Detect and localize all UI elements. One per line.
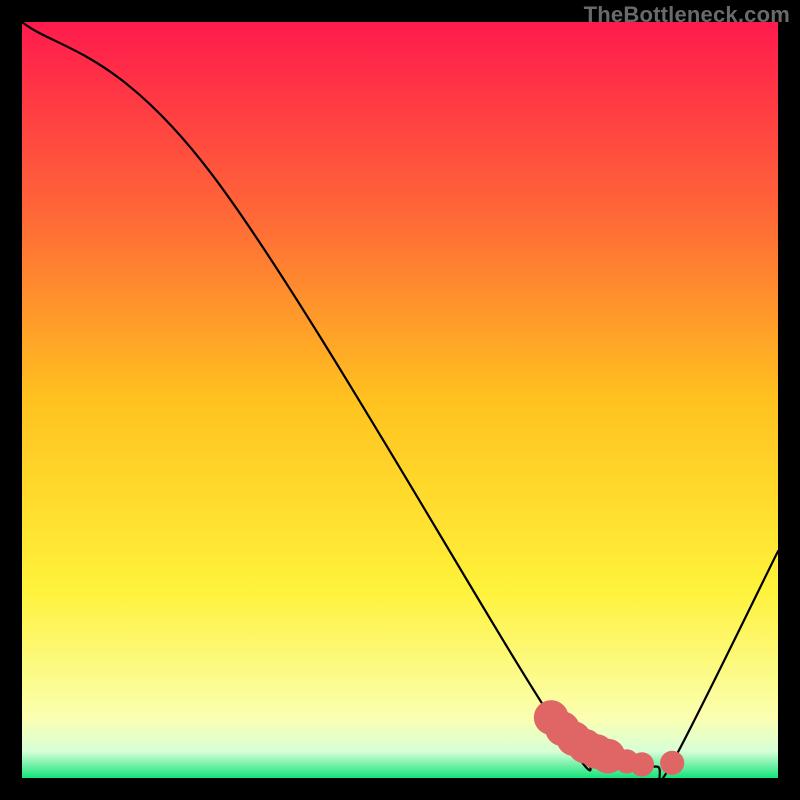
bottleneck-chart [22, 22, 778, 778]
marker-dot [660, 751, 684, 775]
marker-dot [630, 752, 654, 776]
watermark-text: TheBottleneck.com [584, 2, 790, 28]
gradient-background [22, 22, 778, 778]
